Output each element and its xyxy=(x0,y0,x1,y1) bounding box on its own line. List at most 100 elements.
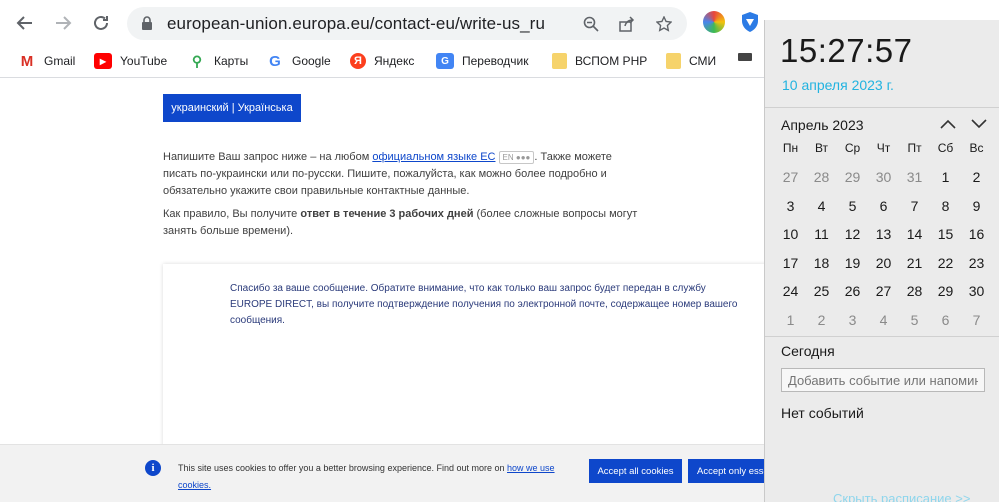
calendar-day[interactable]: 22 xyxy=(930,249,961,278)
bookmark-translate[interactable]: G Переводчик xyxy=(436,53,529,69)
calendar-day[interactable]: 31 xyxy=(899,163,930,192)
calendar-day[interactable]: 14 xyxy=(899,220,930,249)
calendar-day[interactable]: 9 xyxy=(961,192,992,221)
bookmark-more[interactable] xyxy=(738,53,760,61)
official-languages-link[interactable]: официальном языке ЕС xyxy=(372,151,495,163)
yandex-icon: Я xyxy=(350,53,366,69)
day-number: 26 xyxy=(844,283,861,299)
day-number: 16 xyxy=(968,226,985,242)
address-bar[interactable]: european-union.europa.eu/contact-eu/writ… xyxy=(127,7,687,40)
calendar-day[interactable]: 28 xyxy=(899,277,930,306)
bookmark-folder-media[interactable]: СМИ xyxy=(666,53,716,69)
calendar-day[interactable]: 29 xyxy=(837,163,868,192)
calendar-day[interactable]: 23 xyxy=(961,249,992,278)
add-event-input[interactable] xyxy=(781,368,985,392)
day-number: 29 xyxy=(937,283,954,299)
reload-button[interactable] xyxy=(86,8,116,38)
calendar-day[interactable]: 3 xyxy=(837,306,868,335)
calendar-day[interactable]: 24 xyxy=(775,277,806,306)
intro-text: Напишите Ваш запрос ниже – на любом xyxy=(163,151,373,163)
accept-all-cookies-button[interactable]: Accept all cookies xyxy=(589,459,682,483)
calendar-day[interactable]: 17 xyxy=(775,249,806,278)
url-text[interactable]: european-union.europa.eu/contact-eu/writ… xyxy=(167,14,545,34)
calendar-day[interactable]: 21 xyxy=(899,249,930,278)
day-number: 24 xyxy=(782,283,799,299)
share-icon[interactable] xyxy=(616,13,638,35)
calendar-day[interactable]: 1 xyxy=(775,306,806,335)
calendar-day[interactable]: 7 xyxy=(961,306,992,335)
calendar-day[interactable]: 8 xyxy=(930,192,961,221)
previous-month-button[interactable] xyxy=(937,113,959,135)
calendar-day[interactable]: 27 xyxy=(775,163,806,192)
bookmark-label: Яндекс xyxy=(374,54,415,68)
calendar-day[interactable]: 12 xyxy=(837,220,868,249)
month-title[interactable]: Апрель 2023 xyxy=(781,117,864,133)
day-number: 28 xyxy=(813,169,830,185)
bookmark-folder-php[interactable]: ВСПОМ PHP xyxy=(552,53,647,69)
day-number: 1 xyxy=(786,311,795,328)
weekday-label: Чт xyxy=(876,141,891,155)
day-number: 25 xyxy=(813,283,830,299)
accept-essential-cookies-button[interactable]: Accept only essential cookies xyxy=(688,459,768,483)
youtube-icon: ▶ xyxy=(94,53,112,69)
weekday-label: Пн xyxy=(782,141,799,155)
calendar-day[interactable]: 19 xyxy=(837,249,868,278)
calendar-day[interactable]: 5 xyxy=(837,192,868,221)
calendar-day[interactable]: 30 xyxy=(961,277,992,306)
calendar-day[interactable]: 1 xyxy=(930,163,961,192)
calendar-day[interactable]: 2 xyxy=(806,306,837,335)
forward-button[interactable] xyxy=(48,8,78,38)
calendar-day[interactable]: 20 xyxy=(868,249,899,278)
divider xyxy=(765,336,999,337)
calendar-day[interactable]: 5 xyxy=(899,306,930,335)
calendar-day[interactable]: 11 xyxy=(806,220,837,249)
folder-icon xyxy=(666,53,681,69)
calendar-day[interactable]: 13 xyxy=(868,220,899,249)
day-number: 30 xyxy=(875,169,892,185)
bookmark-gmail[interactable]: M Gmail xyxy=(18,53,75,70)
bookmark-google[interactable]: G Google xyxy=(266,53,331,70)
calendar-day[interactable]: 2 xyxy=(961,163,992,192)
info-icon: i xyxy=(145,460,161,476)
day-number: 22 xyxy=(937,254,954,271)
shield-icon[interactable] xyxy=(740,11,760,33)
calendar-day[interactable]: 16 xyxy=(961,220,992,249)
calendar-day[interactable]: 15 xyxy=(930,220,961,249)
weekday-label: Сб xyxy=(937,141,954,155)
language-button[interactable]: украинский | Українська xyxy=(163,94,301,122)
calendar-day[interactable]: 26 xyxy=(837,277,868,306)
weekday-header: Пн Вт Ср Чт Пт Сб Вс xyxy=(775,141,995,155)
maps-icon: ⚲ xyxy=(188,53,206,69)
bookmark-label: СМИ xyxy=(689,54,717,68)
bookmark-star-icon[interactable] xyxy=(653,13,675,35)
day-number: 15 xyxy=(937,226,954,242)
hide-schedule-link[interactable]: Скрыть расписание >> xyxy=(833,491,970,502)
calendar-day[interactable]: 28 xyxy=(806,163,837,192)
calendar-day[interactable]: 6 xyxy=(930,306,961,335)
calendar-day[interactable]: 25 xyxy=(806,277,837,306)
back-button[interactable] xyxy=(10,8,40,38)
calendar-day[interactable]: 3 xyxy=(775,192,806,221)
calendar-day-today[interactable]: 10 xyxy=(775,220,808,250)
bookmark-yandex[interactable]: Я Яндекс xyxy=(350,53,414,69)
bookmark-maps[interactable]: ⚲ Карты xyxy=(188,53,248,69)
calendar-day[interactable]: 4 xyxy=(868,306,899,335)
calendar-day[interactable]: 4 xyxy=(806,192,837,221)
bookmark-youtube[interactable]: ▶ YouTube xyxy=(94,53,167,69)
google-icon: G xyxy=(266,53,284,70)
zoom-icon[interactable] xyxy=(580,13,602,35)
calendar-day[interactable]: 27 xyxy=(868,277,899,306)
calendar-day[interactable]: 29 xyxy=(930,277,961,306)
gmail-icon: M xyxy=(18,53,36,70)
extension-color-icon[interactable] xyxy=(703,11,725,33)
calendar-day[interactable]: 7 xyxy=(899,192,930,221)
language-tag[interactable]: EN ●●● xyxy=(498,150,535,164)
cookie-banner: i This site uses cookies to offer you a … xyxy=(0,444,768,502)
calendar-day[interactable]: 30 xyxy=(868,163,899,192)
current-date-link[interactable]: 10 апреля 2023 г. xyxy=(782,77,894,93)
calendar-day[interactable]: 6 xyxy=(868,192,899,221)
response-time-paragraph: Как правило, Вы получите ответ в течение… xyxy=(163,206,643,240)
next-month-button[interactable] xyxy=(968,113,990,135)
calendar-day[interactable]: 18 xyxy=(806,249,837,278)
day-number: 14 xyxy=(906,226,923,242)
